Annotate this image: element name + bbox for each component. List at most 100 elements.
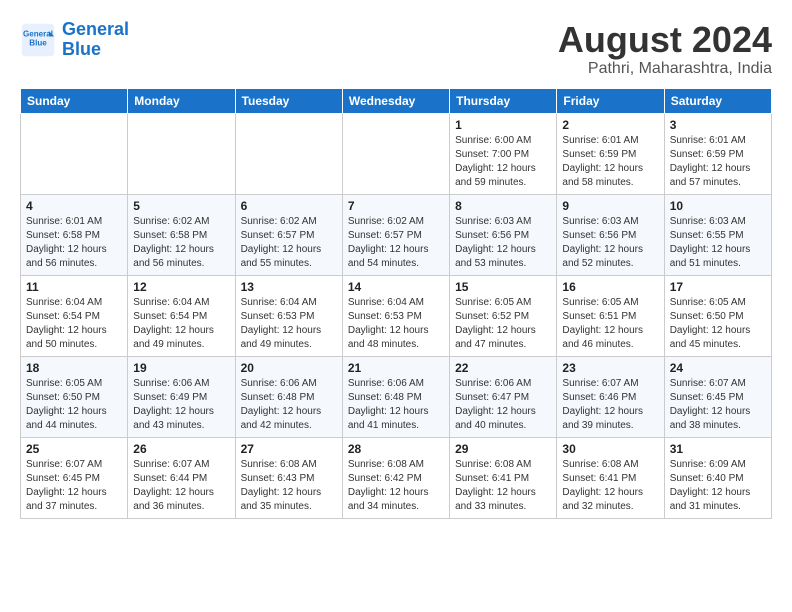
day-number: 14: [348, 280, 444, 294]
calendar-table: SundayMondayTuesdayWednesdayThursdayFrid…: [20, 88, 772, 519]
month-year: August 2024: [558, 20, 772, 60]
day-cell: [235, 113, 342, 194]
day-cell: 1 Sunrise: 6:00 AM Sunset: 7:00 PM Daylig…: [450, 113, 557, 194]
day-number: 8: [455, 199, 551, 213]
day-cell: 15 Sunrise: 6:05 AM Sunset: 6:52 PM Dayli…: [450, 275, 557, 356]
weekday-wednesday: Wednesday: [342, 88, 449, 113]
day-cell: 10Sunrise: 6:03 AM Sunset: 6:55 PM Dayli…: [664, 194, 771, 275]
logo-text: General Blue: [62, 20, 129, 60]
day-number: 2: [562, 118, 658, 132]
day-cell: 28 Sunrise: 6:08 AM Sunset: 6:42 PM Dayli…: [342, 437, 449, 518]
day-info: Sunrise: 6:02 AM Sunset: 6:57 PM Dayligh…: [241, 215, 337, 271]
day-info: Sunrise: 6:08 AM Sunset: 6:42 PM Dayligh…: [348, 458, 444, 514]
day-number: 17: [670, 280, 766, 294]
day-cell: [21, 113, 128, 194]
day-info: Sunrise: 6:02 AM Sunset: 6:57 PM Dayligh…: [348, 215, 444, 271]
day-info: Sunrise: 6:09 AM Sunset: 6:40 PM Dayligh…: [670, 458, 766, 514]
day-number: 12: [133, 280, 229, 294]
day-info: Sunrise: 6:01 AM Sunset: 6:59 PM Dayligh…: [670, 134, 766, 190]
weekday-thursday: Thursday: [450, 88, 557, 113]
day-info: Sunrise: 6:07 AM Sunset: 6:45 PM Dayligh…: [670, 377, 766, 433]
day-cell: 8 Sunrise: 6:03 AM Sunset: 6:56 PM Daylig…: [450, 194, 557, 275]
day-number: 6: [241, 199, 337, 213]
day-number: 5: [133, 199, 229, 213]
day-info: Sunrise: 6:00 AM Sunset: 7:00 PM Dayligh…: [455, 134, 551, 190]
weekday-saturday: Saturday: [664, 88, 771, 113]
logo: General Blue General Blue: [20, 20, 129, 60]
day-info: Sunrise: 6:07 AM Sunset: 6:44 PM Dayligh…: [133, 458, 229, 514]
day-number: 4: [26, 199, 122, 213]
weekday-tuesday: Tuesday: [235, 88, 342, 113]
day-number: 21: [348, 361, 444, 375]
day-cell: 13 Sunrise: 6:04 AM Sunset: 6:53 PM Dayli…: [235, 275, 342, 356]
day-info: Sunrise: 6:03 AM Sunset: 6:56 PM Dayligh…: [455, 215, 551, 271]
day-cell: 6 Sunrise: 6:02 AM Sunset: 6:57 PM Daylig…: [235, 194, 342, 275]
day-number: 25: [26, 442, 122, 456]
day-number: 23: [562, 361, 658, 375]
page-header: General Blue General Blue August 2024 Pa…: [20, 20, 772, 78]
day-info: Sunrise: 6:05 AM Sunset: 6:50 PM Dayligh…: [670, 296, 766, 352]
day-cell: 12 Sunrise: 6:04 AM Sunset: 6:54 PM Dayli…: [128, 275, 235, 356]
day-info: Sunrise: 6:06 AM Sunset: 6:49 PM Dayligh…: [133, 377, 229, 433]
day-info: Sunrise: 6:04 AM Sunset: 6:53 PM Dayligh…: [241, 296, 337, 352]
day-number: 31: [670, 442, 766, 456]
weekday-header-row: SundayMondayTuesdayWednesdayThursdayFrid…: [21, 88, 772, 113]
day-info: Sunrise: 6:04 AM Sunset: 6:53 PM Dayligh…: [348, 296, 444, 352]
title-block: August 2024 Pathri, Maharashtra, India: [558, 20, 772, 78]
day-number: 16: [562, 280, 658, 294]
day-info: Sunrise: 6:02 AM Sunset: 6:58 PM Dayligh…: [133, 215, 229, 271]
day-number: 22: [455, 361, 551, 375]
day-cell: 19Sunrise: 6:06 AM Sunset: 6:49 PM Dayli…: [128, 356, 235, 437]
day-info: Sunrise: 6:04 AM Sunset: 6:54 PM Dayligh…: [133, 296, 229, 352]
day-cell: 31 Sunrise: 6:09 AM Sunset: 6:40 PM Dayli…: [664, 437, 771, 518]
day-cell: 20Sunrise: 6:06 AM Sunset: 6:48 PM Dayli…: [235, 356, 342, 437]
day-number: 15: [455, 280, 551, 294]
calendar-body: 1 Sunrise: 6:00 AM Sunset: 7:00 PM Daylig…: [21, 113, 772, 518]
day-number: 11: [26, 280, 122, 294]
day-cell: 22 Sunrise: 6:06 AM Sunset: 6:47 PM Dayli…: [450, 356, 557, 437]
day-cell: 17 Sunrise: 6:05 AM Sunset: 6:50 PM Dayli…: [664, 275, 771, 356]
logo-line1: General: [62, 19, 129, 39]
day-number: 28: [348, 442, 444, 456]
day-info: Sunrise: 6:07 AM Sunset: 6:45 PM Dayligh…: [26, 458, 122, 514]
day-number: 10: [670, 199, 766, 213]
day-info: Sunrise: 6:05 AM Sunset: 6:51 PM Dayligh…: [562, 296, 658, 352]
day-cell: 21Sunrise: 6:06 AM Sunset: 6:48 PM Dayli…: [342, 356, 449, 437]
day-info: Sunrise: 6:06 AM Sunset: 6:47 PM Dayligh…: [455, 377, 551, 433]
weekday-friday: Friday: [557, 88, 664, 113]
week-row-5: 25 Sunrise: 6:07 AM Sunset: 6:45 PM Dayli…: [21, 437, 772, 518]
day-info: Sunrise: 6:01 AM Sunset: 6:59 PM Dayligh…: [562, 134, 658, 190]
day-info: Sunrise: 6:05 AM Sunset: 6:52 PM Dayligh…: [455, 296, 551, 352]
weekday-sunday: Sunday: [21, 88, 128, 113]
week-row-1: 1 Sunrise: 6:00 AM Sunset: 7:00 PM Daylig…: [21, 113, 772, 194]
week-row-3: 11 Sunrise: 6:04 AM Sunset: 6:54 PM Dayli…: [21, 275, 772, 356]
day-number: 27: [241, 442, 337, 456]
day-number: 29: [455, 442, 551, 456]
day-info: Sunrise: 6:07 AM Sunset: 6:46 PM Dayligh…: [562, 377, 658, 433]
day-cell: 24Sunrise: 6:07 AM Sunset: 6:45 PM Dayli…: [664, 356, 771, 437]
day-number: 13: [241, 280, 337, 294]
svg-text:General: General: [23, 29, 53, 38]
day-cell: 4 Sunrise: 6:01 AM Sunset: 6:58 PM Daylig…: [21, 194, 128, 275]
day-info: Sunrise: 6:01 AM Sunset: 6:58 PM Dayligh…: [26, 215, 122, 271]
week-row-4: 18Sunrise: 6:05 AM Sunset: 6:50 PM Dayli…: [21, 356, 772, 437]
day-number: 3: [670, 118, 766, 132]
day-info: Sunrise: 6:03 AM Sunset: 6:56 PM Dayligh…: [562, 215, 658, 271]
day-cell: 3 Sunrise: 6:01 AM Sunset: 6:59 PM Daylig…: [664, 113, 771, 194]
day-number: 20: [241, 361, 337, 375]
day-info: Sunrise: 6:04 AM Sunset: 6:54 PM Dayligh…: [26, 296, 122, 352]
day-number: 30: [562, 442, 658, 456]
location: Pathri, Maharashtra, India: [558, 60, 772, 78]
day-number: 1: [455, 118, 551, 132]
day-number: 18: [26, 361, 122, 375]
day-number: 7: [348, 199, 444, 213]
day-cell: 25 Sunrise: 6:07 AM Sunset: 6:45 PM Dayli…: [21, 437, 128, 518]
day-cell: [342, 113, 449, 194]
day-cell: 29Sunrise: 6:08 AM Sunset: 6:41 PM Dayli…: [450, 437, 557, 518]
day-cell: 2 Sunrise: 6:01 AM Sunset: 6:59 PM Daylig…: [557, 113, 664, 194]
day-cell: 27Sunrise: 6:08 AM Sunset: 6:43 PM Dayli…: [235, 437, 342, 518]
day-cell: 23 Sunrise: 6:07 AM Sunset: 6:46 PM Dayli…: [557, 356, 664, 437]
day-info: Sunrise: 6:08 AM Sunset: 6:41 PM Dayligh…: [562, 458, 658, 514]
svg-text:Blue: Blue: [29, 38, 47, 47]
day-cell: 7 Sunrise: 6:02 AM Sunset: 6:57 PM Daylig…: [342, 194, 449, 275]
